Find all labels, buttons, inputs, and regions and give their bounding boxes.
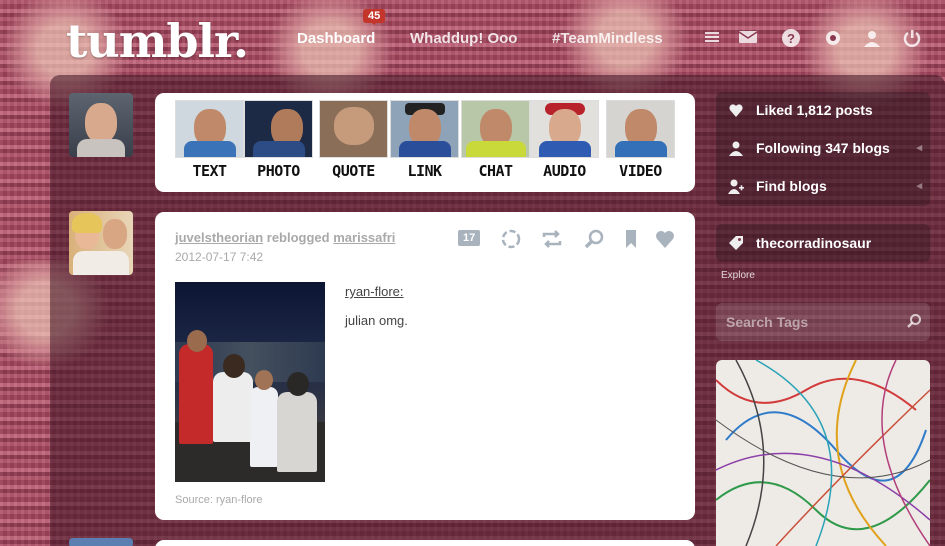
- post-type-bar: TEXT PHOTO QUOTE LINK CHAT AUDIO VIDEO: [155, 93, 695, 192]
- source-label: Source:: [175, 494, 213, 506]
- search-icon[interactable]: [583, 228, 605, 250]
- post-author-link[interactable]: juvelstheorian: [175, 230, 263, 245]
- post-type-label: QUOTE: [332, 162, 375, 180]
- sidebar-item-label: Find blogs: [756, 178, 827, 194]
- tumblr-logo[interactable]: tumblr.: [66, 14, 249, 68]
- sidebar-item-label: Following 347 blogs: [756, 140, 890, 156]
- sidebar-item-liked[interactable]: Liked 1,812 posts: [716, 96, 930, 124]
- next-post-avatar[interactable]: [69, 538, 133, 546]
- search-tags-input[interactable]: [726, 312, 906, 332]
- post-type-label: LINK: [407, 162, 442, 180]
- notification-badge: 45: [363, 9, 386, 25]
- quote-source-link[interactable]: ryan-flore:: [345, 284, 404, 299]
- reblog-icon[interactable]: [541, 228, 563, 250]
- explore-link[interactable]: Explore: [721, 270, 755, 281]
- sidebar-item-blog[interactable]: thecorradinosaur: [716, 229, 930, 257]
- post-type-video[interactable]: VIDEO: [606, 100, 675, 184]
- post-date[interactable]: 2012-07-17 7:42: [175, 250, 263, 264]
- search-tags: [716, 303, 930, 341]
- sidebar-item-label: Liked 1,812 posts: [756, 102, 873, 118]
- post-type-quote[interactable]: QUOTE: [319, 100, 388, 184]
- chevron-icon: ◂: [916, 180, 922, 192]
- nav-dashboard[interactable]: Dashboard: [297, 30, 375, 50]
- post-action: reblogged: [266, 230, 330, 245]
- post-type-label: PHOTO: [257, 162, 300, 180]
- sidebar-item-find-blogs[interactable]: Find blogs ◂: [716, 172, 930, 200]
- sidebar-item-following[interactable]: Following 347 blogs ◂: [716, 134, 930, 162]
- post-type-label: VIDEO: [619, 162, 662, 180]
- post-type-chat[interactable]: CHAT: [461, 100, 530, 184]
- reblogged-from-link[interactable]: marissafri: [333, 230, 395, 245]
- post-card: juvelstheorian reblogged marissafri 2012…: [155, 212, 695, 520]
- post-source: Source: ryan-flore: [175, 494, 262, 506]
- add-person-icon: [728, 179, 744, 194]
- post-type-label: TEXT: [192, 162, 227, 180]
- mail-icon[interactable]: [738, 28, 758, 48]
- post-type-text[interactable]: TEXT: [175, 100, 244, 184]
- post-type-link[interactable]: LINK: [390, 100, 459, 184]
- tag-icon: [729, 236, 743, 250]
- post-meta: juvelstheorian reblogged marissafri: [175, 230, 395, 245]
- heart-icon[interactable]: [654, 228, 676, 250]
- sidebar-item-label: thecorradinosaur: [756, 235, 872, 251]
- search-icon[interactable]: [906, 313, 922, 329]
- post-caption: julian omg.: [345, 313, 408, 328]
- post-type-audio[interactable]: AUDIO: [530, 100, 599, 184]
- next-post-card: [155, 540, 695, 546]
- help-icon[interactable]: ?: [781, 28, 801, 48]
- menu-icon[interactable]: [702, 28, 722, 48]
- power-icon[interactable]: [902, 28, 922, 48]
- note-count[interactable]: 17: [458, 230, 481, 246]
- post-photo[interactable]: [175, 282, 325, 482]
- bookmark-icon[interactable]: [620, 228, 642, 250]
- nav-blog-whaddup[interactable]: Whaddup! Ooo: [410, 30, 517, 50]
- chevron-icon: ◂: [916, 142, 922, 154]
- radar-image[interactable]: [716, 360, 930, 546]
- heart-icon: [729, 104, 743, 117]
- nav-blog-teammindless[interactable]: #TeamMindless: [552, 30, 663, 50]
- sidebar-blog-box: thecorradinosaur: [716, 224, 930, 262]
- user-avatar[interactable]: [69, 93, 133, 157]
- sidebar-account-box: Liked 1,812 posts Following 347 blogs ◂ …: [716, 92, 930, 206]
- post-type-label: CHAT: [478, 162, 513, 180]
- source-link[interactable]: ryan-flore: [216, 494, 262, 506]
- person-icon: [729, 141, 743, 156]
- svg-text:?: ?: [787, 31, 795, 46]
- settings-icon[interactable]: [823, 28, 843, 48]
- post-avatar[interactable]: [69, 211, 133, 275]
- post-type-label: AUDIO: [543, 162, 586, 180]
- reply-icon[interactable]: [500, 228, 522, 250]
- profile-icon[interactable]: [862, 28, 882, 48]
- post-type-photo[interactable]: PHOTO: [244, 100, 313, 184]
